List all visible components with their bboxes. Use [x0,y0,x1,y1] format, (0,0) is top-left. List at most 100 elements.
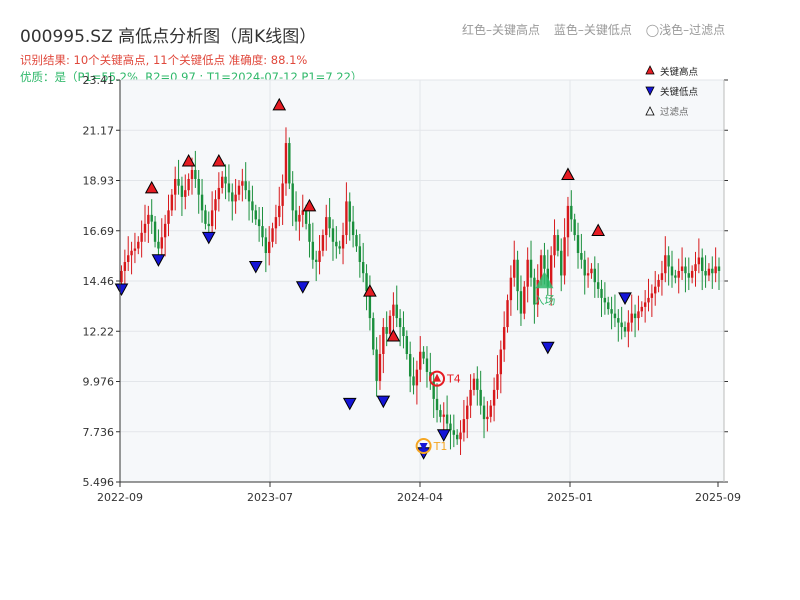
candle-body [385,327,388,334]
candle-body [523,286,526,314]
candle-body [392,304,395,316]
candle-body [325,217,328,236]
candle-body [170,194,174,211]
candle-body [667,255,670,267]
candle-body [395,304,398,319]
candle-body [449,423,452,431]
candle-body [576,235,580,254]
candle-body [378,353,382,381]
candle-body [513,259,516,278]
candle-body [231,192,234,202]
candle-body [476,378,479,390]
candle-body [123,261,127,271]
candle-body [553,235,556,256]
annotation-label: T4 [446,373,461,386]
candle-body [217,187,221,200]
candle-body [264,237,268,254]
x-tick-label: 2023-07 [247,491,293,504]
candle-body [204,210,207,224]
candle-body [519,291,523,314]
candle-body [506,300,509,328]
candle-body [308,223,311,242]
candle-body [187,178,190,191]
candle-body [241,181,244,186]
candle-body [177,178,180,186]
candle-body [127,255,130,262]
candle-body [707,268,711,276]
candle-body [607,302,610,310]
candle-body [288,143,291,184]
candle-body [660,273,664,280]
candle-body [643,302,647,307]
candle-body [150,214,153,222]
candle-body [405,336,409,354]
candle-body [627,322,630,332]
y-tick-label: 14.46 [83,275,115,288]
candle-body [580,253,583,260]
candle-body [254,210,257,220]
candle-body [486,416,489,420]
candle-body [435,398,439,411]
legend-low-label: 关键低点 [660,86,699,98]
candle-body [257,219,261,227]
candle-body [677,270,680,278]
candle-body [133,248,137,251]
candle-body [348,201,351,222]
candle-body [398,318,402,328]
candle-body [583,259,586,276]
candle-body [267,241,271,254]
candle-body [261,226,264,238]
candle-body [684,266,687,274]
candle-body [549,255,553,287]
candle-body [197,178,200,195]
candle-body [556,235,560,251]
annotation-label: T1 [433,440,448,453]
candle-body [717,266,721,271]
candle-body [167,210,170,224]
candle-body [620,322,623,328]
candle-body [298,214,301,222]
candle-body [284,143,288,184]
candle-body [502,327,506,350]
candle-body [489,405,492,417]
candle-body [694,264,697,271]
candle-body [140,232,143,242]
candle-body [311,241,315,260]
candle-body [130,250,133,256]
candle-body [566,205,570,238]
candle-body [184,190,187,197]
candle-body [509,277,513,301]
candle-body [244,181,247,191]
candle-body [345,201,348,236]
candle-body [593,268,597,283]
entry-label: 入场 [533,293,555,307]
y-tick-label: 23.41 [83,74,115,87]
candle-body [120,270,123,283]
candle-body [560,250,563,276]
candle-body [697,257,701,265]
candle-body [701,257,704,271]
candle-body [613,313,617,319]
candle-body [200,194,204,211]
candle-body [160,237,163,249]
candle-body [563,237,566,276]
y-tick-label: 21.17 [83,124,115,137]
candlestick-chart: T1 T4 入场 5.496 7.736 9.976 12.22 14.46 16.69 18.… [83,65,741,504]
candle-body [271,228,274,242]
candle-body [647,297,650,303]
candle-body [439,410,442,417]
candle-body [237,185,241,195]
candle-body [214,199,217,211]
x-tick-label: 2024-04 [397,491,443,504]
candle-body [466,405,469,420]
candle-body [274,217,278,229]
candle-body [499,349,503,375]
candle-body [163,223,167,238]
candle-body [338,246,341,249]
candle-body [482,405,486,420]
candle-body [425,358,429,372]
candle-body [147,214,150,224]
y-tick-label: 5.496 [83,476,115,489]
candle-body [654,286,657,294]
candle-body [331,228,335,242]
